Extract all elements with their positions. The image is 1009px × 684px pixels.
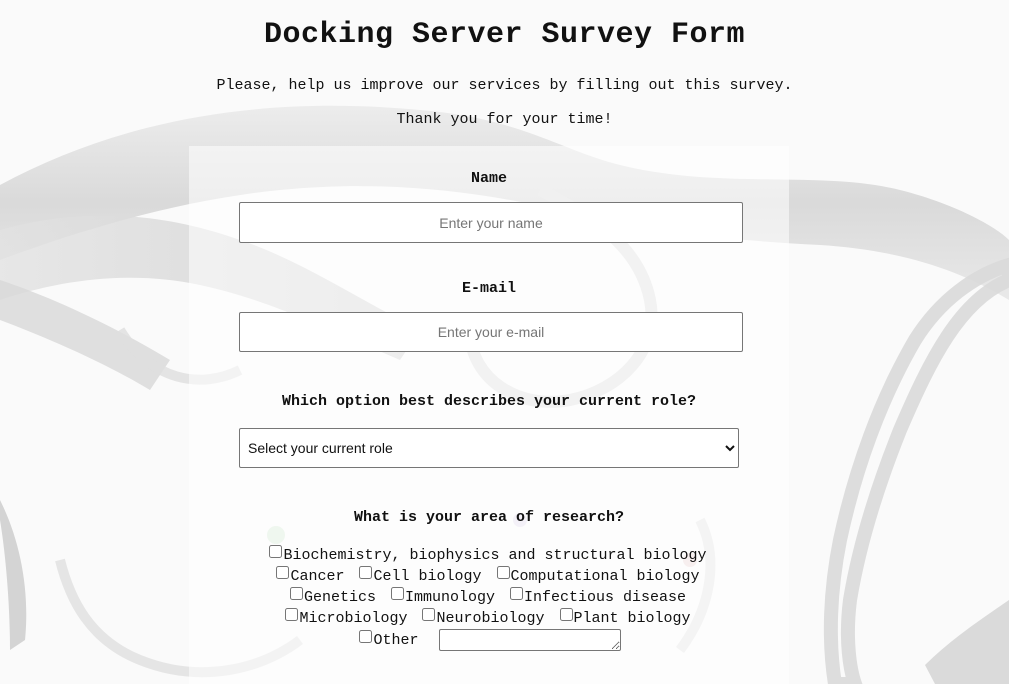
checkbox-cancer[interactable]	[276, 566, 290, 579]
survey-description: Please, help us improve our services by …	[216, 77, 793, 94]
survey-page: Docking Server Survey Form Please, help …	[0, 0, 1009, 684]
checkbox-label-biochemistry[interactable]: Biochemistry, biophysics and structural …	[283, 547, 706, 564]
research-options-row: Biochemistry, biophysics and structural …	[189, 545, 789, 566]
checkbox-label-neurobiology[interactable]: Neurobiology	[436, 610, 544, 627]
research-options-row: Cancer Cell biology Computational biolog…	[189, 566, 789, 587]
checkbox-neurobiology[interactable]	[422, 608, 436, 621]
checkbox-label-cancer[interactable]: Cancer	[290, 568, 344, 585]
research-options-row: Other	[189, 629, 789, 651]
other-research-textarea[interactable]	[438, 629, 621, 651]
checkbox-other[interactable]	[359, 629, 373, 643]
checkbox-label-other[interactable]: Other	[373, 632, 418, 649]
checkbox-label-infectious-disease[interactable]: Infectious disease	[524, 589, 686, 606]
name-label: Name	[470, 170, 507, 187]
checkbox-genetics[interactable]	[289, 587, 303, 600]
checkbox-immunology[interactable]	[390, 587, 404, 600]
email-label: E-mail	[461, 280, 516, 297]
thank-you-text: Thank you for your time!	[396, 111, 613, 128]
checkbox-label-microbiology[interactable]: Microbiology	[299, 610, 407, 627]
checkbox-infectious-disease[interactable]	[510, 587, 524, 600]
checkbox-microbiology[interactable]	[285, 608, 299, 621]
checkbox-label-genetics[interactable]: Genetics	[304, 589, 376, 606]
research-options-row: Microbiology Neurobiology Plant biology	[189, 608, 789, 629]
name-input[interactable]	[239, 202, 743, 243]
research-area-label: What is your area of research?	[353, 509, 625, 526]
checkbox-computational-biology[interactable]	[496, 566, 510, 579]
role-label: Which option best describes your current…	[281, 393, 697, 410]
checkbox-label-cell-biology[interactable]: Cell biology	[373, 568, 481, 585]
research-options-row: Genetics Immunology Infectious disease	[189, 587, 789, 608]
role-dropdown[interactable]: Select your current role	[239, 428, 739, 468]
checkbox-label-plant-biology[interactable]: Plant biology	[574, 610, 691, 627]
checkbox-cell-biology[interactable]	[359, 566, 373, 579]
checkbox-biochemistry[interactable]	[269, 545, 283, 558]
checkbox-plant-biology[interactable]	[559, 608, 573, 621]
email-input[interactable]	[239, 312, 743, 352]
checkbox-label-immunology[interactable]: Immunology	[405, 589, 495, 606]
page-title: Docking Server Survey Form	[263, 18, 746, 52]
checkbox-label-computational-biology[interactable]: Computational biology	[511, 568, 700, 585]
